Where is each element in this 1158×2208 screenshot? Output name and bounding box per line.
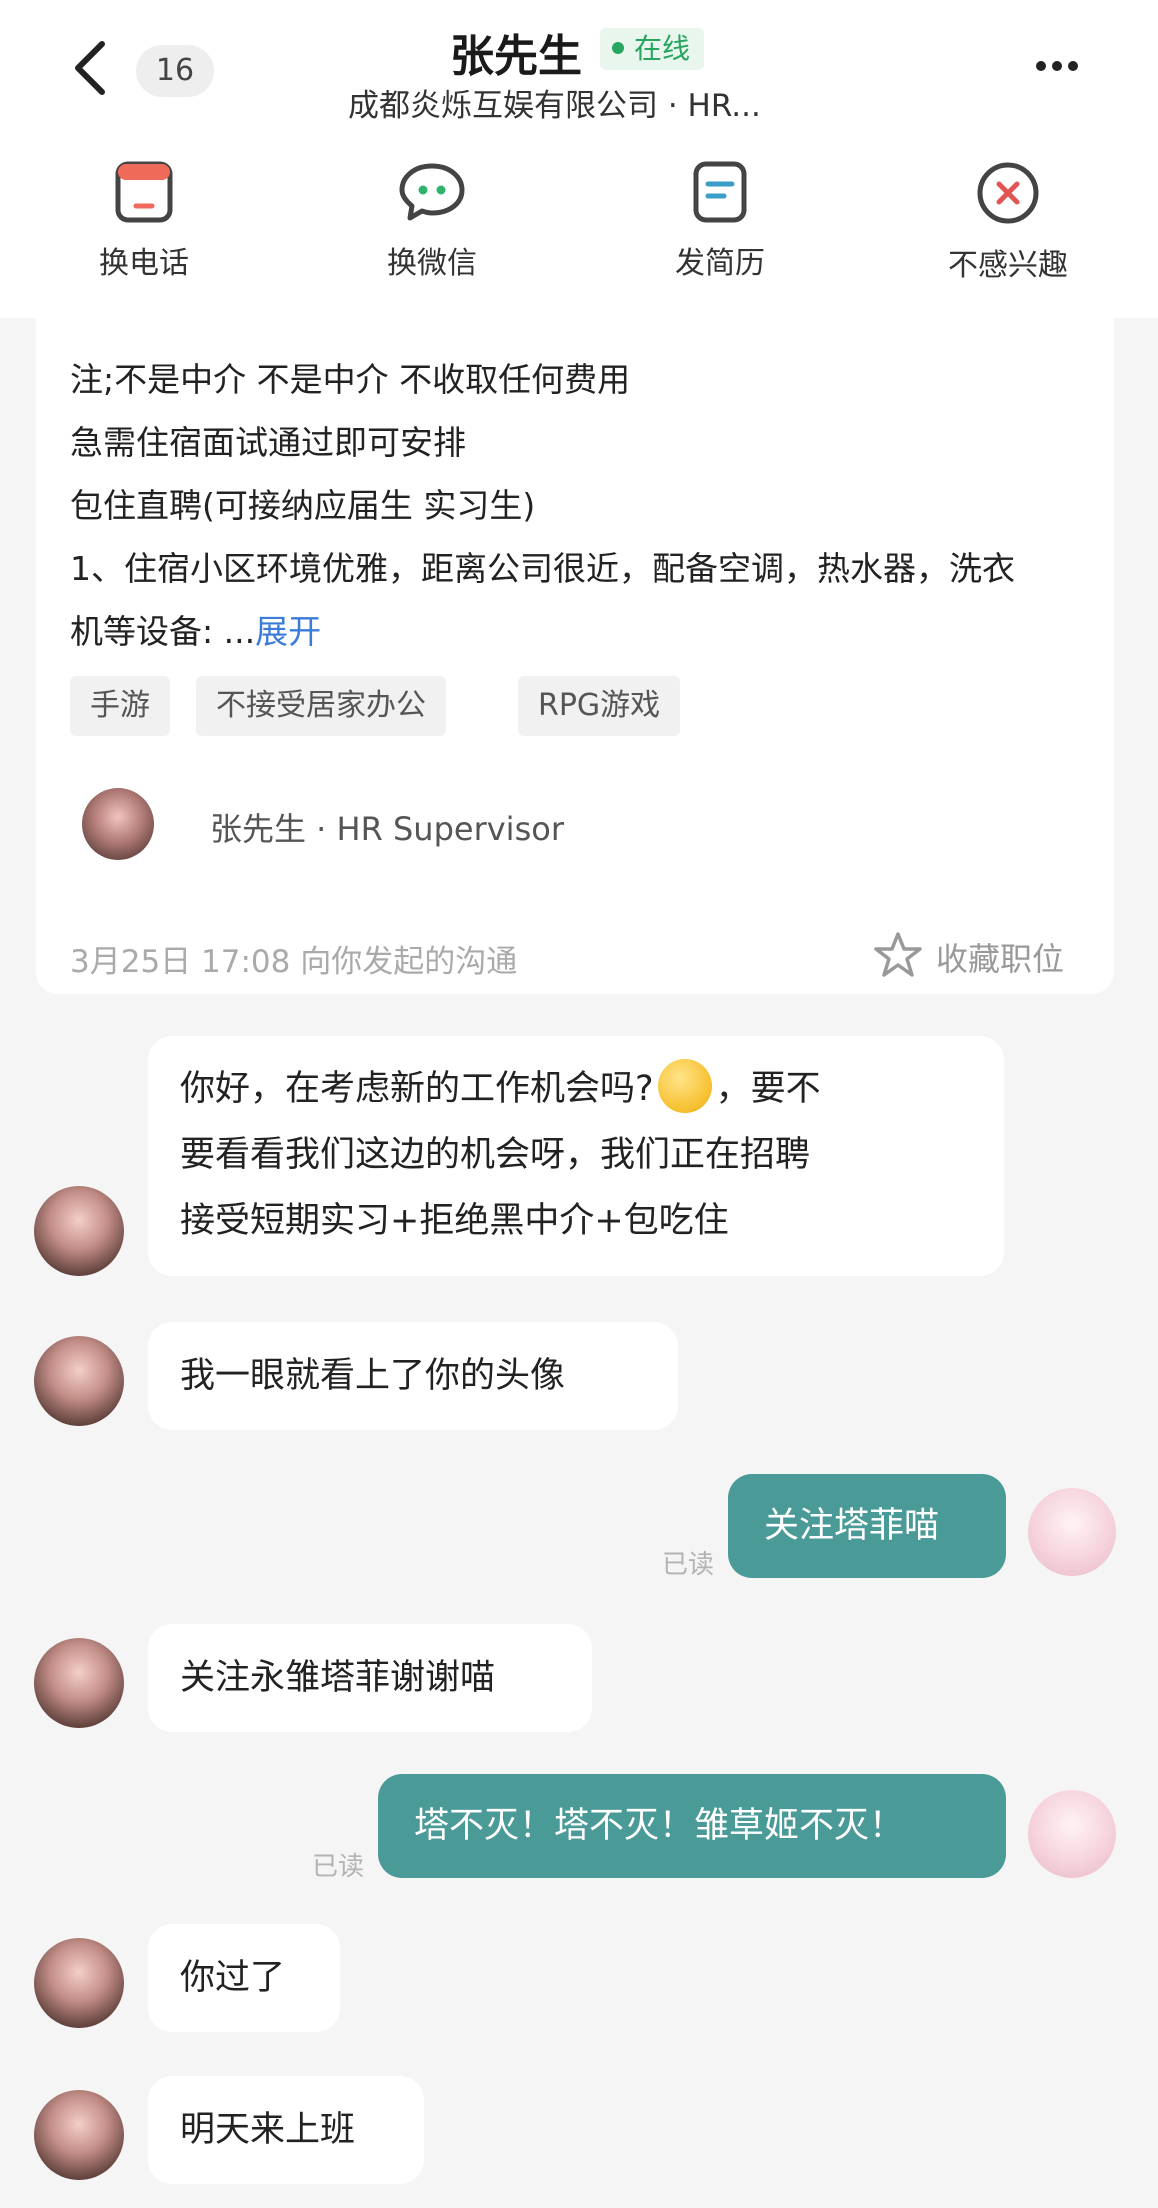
message-line: 要看看我们这边的机会呀，我们正在招聘 — [180, 1135, 811, 1175]
hr-avatar[interactable] — [34, 1186, 124, 1276]
message-text: ，要不 — [715, 1069, 821, 1109]
hr-avatar[interactable] — [34, 1938, 124, 2028]
job-description: 注;不是中介 不是中介 不收取任何费用 急需住宿面试通过即可安排 包住直聘(可接… — [70, 348, 1090, 663]
message-text: 关注塔菲喵 — [764, 1506, 940, 1546]
smile-emoji-icon — [657, 1059, 712, 1113]
more-dot-icon — [1068, 61, 1078, 71]
read-receipt: 已读 — [312, 1852, 365, 1882]
resume-icon — [693, 161, 747, 223]
unread-count-badge[interactable]: 16 — [136, 45, 214, 97]
poster-name-title: 张先生 · HR Supervisor — [210, 810, 564, 848]
job-tag: 手游 — [70, 676, 170, 736]
quick-actions-bar: 换电话 换微信 发简历 不感兴趣 — [0, 160, 1158, 300]
description-line: 机等设备: ... — [70, 612, 256, 651]
phone-card-icon — [115, 161, 173, 223]
my-avatar[interactable] — [1028, 1488, 1116, 1576]
job-tag: RPG游戏 — [518, 676, 681, 736]
exchange-phone-label: 换电话 — [99, 246, 189, 281]
send-resume-label: 发简历 — [675, 246, 765, 281]
favorite-job-label: 收藏职位 — [936, 940, 1065, 978]
chat-header: 16 张先生 在线 成都炎烁互娱有限公司 · HR... 换电话 换微信 发简历… — [0, 0, 1158, 318]
wechat-bubble-icon — [399, 163, 465, 221]
more-options-button[interactable] — [1036, 56, 1086, 76]
message-text: 你过了 — [180, 1958, 286, 1998]
chevron-left-icon — [75, 41, 105, 95]
online-dot-icon — [612, 42, 624, 54]
message-text: 明天来上班 — [180, 2110, 356, 2150]
outgoing-message-bubble[interactable]: 关注塔菲喵 — [728, 1474, 1006, 1578]
company-subtitle: 成都炎烁互娱有限公司 · HR... — [348, 88, 761, 124]
description-line: 注;不是中介 不是中介 不收取任何费用 — [70, 360, 631, 399]
message-line: 接受短期实习+拒绝黑中介+包吃住 — [180, 1201, 729, 1241]
back-button[interactable] — [70, 40, 112, 96]
not-interested-icon — [977, 162, 1039, 224]
incoming-message-bubble[interactable]: 你好，在考虑新的工作机会吗? ，要不 要看看我们这边的机会呀，我们正在招聘 接受短… — [148, 1036, 1004, 1276]
incoming-message-bubble[interactable]: 我一眼就看上了你的头像 — [148, 1322, 678, 1430]
description-line-last: 机等设备: ...展开 — [70, 600, 1090, 663]
description-line: 急需住宿面试通过即可安排 — [70, 423, 466, 462]
description-line: 包住直聘(可接纳应届生 实习生) — [70, 486, 536, 525]
incoming-message-bubble[interactable]: 你过了 — [148, 1924, 340, 2032]
chat-screen: 16 张先生 在线 成都炎烁互娱有限公司 · HR... 换电话 换微信 发简历… — [0, 0, 1158, 2208]
exchange-phone-button[interactable]: 换电话 — [44, 160, 244, 282]
not-interested-button[interactable]: 不感兴趣 — [908, 160, 1108, 284]
message-line: 你好，在考虑新的工作机会吗? ，要不 — [180, 1056, 972, 1122]
incoming-message-bubble[interactable]: 关注永雏塔菲谢谢喵 — [148, 1624, 592, 1732]
exchange-wechat-button[interactable]: 换微信 — [332, 160, 532, 282]
incoming-message-bubble[interactable]: 明天来上班 — [148, 2076, 424, 2184]
online-status-label: 在线 — [634, 32, 691, 65]
outgoing-message-bubble[interactable]: 塔不灭！塔不灭！雏草姬不灭！ — [378, 1774, 1006, 1878]
online-status-badge: 在线 — [600, 28, 705, 70]
poster-avatar[interactable] — [82, 788, 154, 860]
job-card[interactable]: 注;不是中介 不是中介 不收取任何费用 急需住宿面试通过即可安排 包住直聘(可接… — [36, 318, 1114, 994]
expand-link[interactable]: 展开 — [255, 612, 321, 651]
exchange-wechat-label: 换微信 — [387, 246, 477, 281]
description-line: 1、住宿小区环境优雅，距离公司很近，配备空调，热水器，洗衣 — [70, 549, 1015, 588]
read-receipt: 已读 — [662, 1550, 715, 1580]
message-text: 关注永雏塔菲谢谢喵 — [180, 1658, 496, 1698]
hr-avatar[interactable] — [34, 1638, 124, 1728]
job-tag: 不接受居家办公 — [196, 676, 446, 736]
my-avatar[interactable] — [1028, 1790, 1116, 1878]
hr-avatar[interactable] — [34, 1336, 124, 1426]
more-dot-icon — [1052, 61, 1062, 71]
message-text: 塔不灭！塔不灭！雏草姬不灭！ — [414, 1806, 905, 1846]
not-interested-label: 不感兴趣 — [948, 248, 1068, 283]
message-text: 我一眼就看上了你的头像 — [180, 1356, 566, 1396]
favorite-job-button[interactable]: 收藏职位 — [872, 930, 1112, 978]
star-icon — [874, 932, 922, 977]
message-text: 你好，在考虑新的工作机会吗? — [180, 1069, 654, 1109]
contact-name: 张先生 — [450, 31, 582, 82]
chat-start-timestamp: 3月25日 17:08 向你发起的沟通 — [70, 944, 518, 980]
hr-avatar[interactable] — [34, 2090, 124, 2180]
send-resume-button[interactable]: 发简历 — [620, 160, 820, 282]
more-dot-icon — [1036, 61, 1046, 71]
